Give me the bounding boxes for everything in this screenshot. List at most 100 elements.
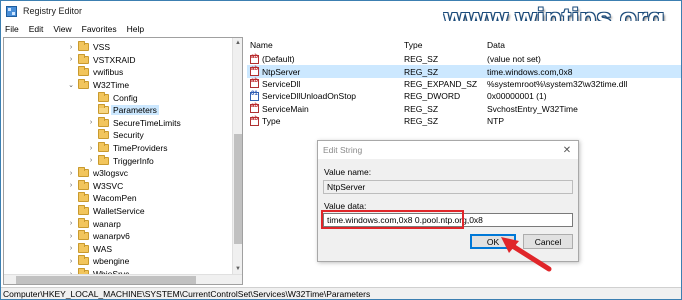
folder-icon — [78, 205, 89, 216]
value-name-text: NtpServer — [262, 66, 301, 77]
scroll-up-icon[interactable]: ▲ — [233, 38, 242, 48]
tree-item[interactable]: › VSS — [67, 41, 110, 54]
list-row[interactable]: ServiceDllUnloadOnStop REG_DWORD 0x0000000… — [247, 90, 681, 102]
window-title: Registry Editor — [23, 6, 83, 16]
tree-item-label: vwifibus — [93, 67, 124, 78]
folder-icon — [78, 179, 89, 190]
tree-item[interactable]: Security — [87, 129, 144, 142]
close-icon[interactable]: ✕ — [560, 144, 574, 156]
chevron-right-icon[interactable]: › — [67, 243, 75, 255]
tree-vertical-scrollbar[interactable]: ▲ ▼ — [232, 38, 242, 284]
tree-item[interactable]: ⌄ W32Time — [67, 79, 129, 92]
column-header-name[interactable]: Name — [250, 39, 273, 51]
chevron-right-icon[interactable]: › — [67, 230, 75, 242]
chevron-right-icon[interactable]: › — [87, 155, 95, 167]
folder-icon — [78, 230, 89, 241]
chevron-right-icon[interactable]: › — [67, 167, 75, 179]
status-bar: Computer\HKEY_LOCAL_MACHINE\SYSTEM\Curre… — [1, 287, 681, 299]
folder-icon — [78, 192, 89, 203]
value-data-cell: time.windows.com,0x8 — [487, 66, 573, 77]
value-name-cell: ServiceDllUnloadOnStop — [250, 90, 356, 102]
tree-item[interactable]: WacomPen — [67, 192, 137, 205]
value-name-field: NtpServer — [323, 180, 573, 194]
tree-item[interactable]: › TimeProviders — [87, 142, 167, 155]
value-name-cell: NtpServer — [250, 65, 300, 77]
folder-icon — [98, 116, 109, 127]
tree-item[interactable]: › wbengine — [67, 255, 129, 268]
tree-item[interactable]: › wanarpv6 — [67, 230, 130, 243]
tree-item[interactable]: › WAS — [67, 242, 113, 256]
list-row[interactable]: ServiceMain REG_SZ SvchostEntry_W32Time — [247, 103, 681, 115]
string-value-icon — [250, 116, 259, 126]
tree-item-label: wbengine — [93, 256, 130, 267]
menu-view[interactable]: View — [48, 24, 76, 34]
menu-help[interactable]: Help — [122, 24, 149, 34]
scroll-thumb-horizontal[interactable] — [16, 276, 196, 284]
expander-placeholder — [87, 129, 95, 141]
folder-icon — [78, 167, 89, 178]
tree-item[interactable]: › VSTXRAID — [67, 53, 136, 67]
tree-item[interactable]: › SecureTimeLimits — [87, 116, 181, 130]
value-type-cell: REG_SZ — [404, 54, 439, 65]
menu-favorites[interactable]: Favorites — [77, 24, 122, 34]
value-type-cell: REG_DWORD — [404, 91, 461, 102]
tree-item-label: WAS — [93, 243, 113, 254]
value-name-cell: ServiceMain — [250, 103, 309, 115]
value-name-text: ServiceMain — [262, 103, 309, 114]
tree-item[interactable]: WalletService — [67, 205, 145, 218]
value-type-cell: REG_SZ — [404, 116, 439, 127]
chevron-right-icon[interactable]: › — [87, 142, 95, 154]
value-name-label: Value name: — [324, 167, 372, 177]
scroll-down-icon[interactable]: ▼ — [233, 264, 242, 274]
list-row[interactable]: Type REG_SZ NTP — [247, 115, 681, 127]
folder-icon — [78, 53, 89, 64]
column-header-type[interactable]: Type — [404, 39, 422, 51]
chevron-right-icon[interactable]: › — [67, 180, 75, 192]
string-value-icon — [250, 103, 259, 114]
folder-icon — [78, 242, 89, 253]
dialog-title: Edit String — [323, 145, 363, 155]
tree-item-label: w3logsvc — [93, 168, 128, 179]
scroll-thumb[interactable] — [234, 134, 242, 244]
tree-item[interactable]: Parameters — [87, 104, 159, 117]
tree-item[interactable]: › w3logsvc — [67, 167, 128, 180]
value-type-cell: REG_SZ — [404, 66, 439, 77]
value-name-text: NtpServer — [327, 182, 366, 192]
expander-placeholder — [87, 92, 95, 104]
tree-item-label: WacomPen — [93, 193, 137, 204]
tree-item[interactable]: › wanarp — [67, 217, 121, 230]
column-header-data[interactable]: Data — [487, 39, 505, 51]
key-tree-pane: › VSS › VSTXRAID vwifibus ⌄ W32Time Config Param… — [3, 37, 243, 285]
expander-placeholder — [67, 192, 75, 204]
tree-item-label: Parameters — [111, 105, 159, 116]
chevron-right-icon[interactable]: › — [67, 41, 75, 53]
tree-item[interactable]: › W3SVC — [67, 179, 123, 193]
chevron-right-icon[interactable]: › — [67, 54, 75, 66]
tree-item-label: VSTXRAID — [93, 54, 136, 65]
folder-icon — [78, 217, 89, 228]
menu-edit[interactable]: Edit — [24, 24, 49, 34]
list-row[interactable]: (Default) REG_SZ (value not set) — [247, 53, 681, 65]
list-row[interactable]: ServiceDll REG_EXPAND_SZ %systemroot%\syst… — [247, 78, 681, 90]
chevron-right-icon[interactable]: › — [67, 255, 75, 267]
value-name-text: ServiceDllUnloadOnStop — [262, 91, 357, 102]
tree-item[interactable]: › TriggerInfo — [87, 154, 154, 167]
value-data-field[interactable]: time.windows.com,0x8 0.pool.ntp.org,0x8 — [323, 213, 573, 227]
dialog-title-bar: Edit String ✕ — [318, 141, 578, 159]
list-row[interactable]: NtpServer REG_SZ time.windows.com,0x8 — [247, 65, 681, 78]
value-data-cell: SvchostEntry_W32Time — [487, 103, 578, 114]
menu-file[interactable]: File — [1, 24, 24, 34]
menu-bar: File Edit View Favorites Help — [1, 21, 681, 37]
chevron-right-icon[interactable]: › — [87, 117, 95, 129]
tree-item[interactable]: vwifibus — [67, 66, 123, 79]
folder-icon — [98, 154, 109, 165]
chevron-right-icon[interactable]: › — [67, 218, 75, 230]
value-data-text: time.windows.com,0x8 0.pool.ntp.org,0x8 — [327, 215, 483, 225]
chevron-down-icon[interactable]: ⌄ — [67, 79, 75, 91]
tree-item-label: W32Time — [93, 80, 130, 91]
folder-icon — [98, 129, 109, 140]
tree-horizontal-scrollbar[interactable] — [4, 274, 242, 284]
tree-item[interactable]: Config — [87, 91, 138, 104]
value-data-cell: (value not set) — [487, 54, 541, 65]
value-type-cell: REG_EXPAND_SZ — [404, 78, 478, 89]
